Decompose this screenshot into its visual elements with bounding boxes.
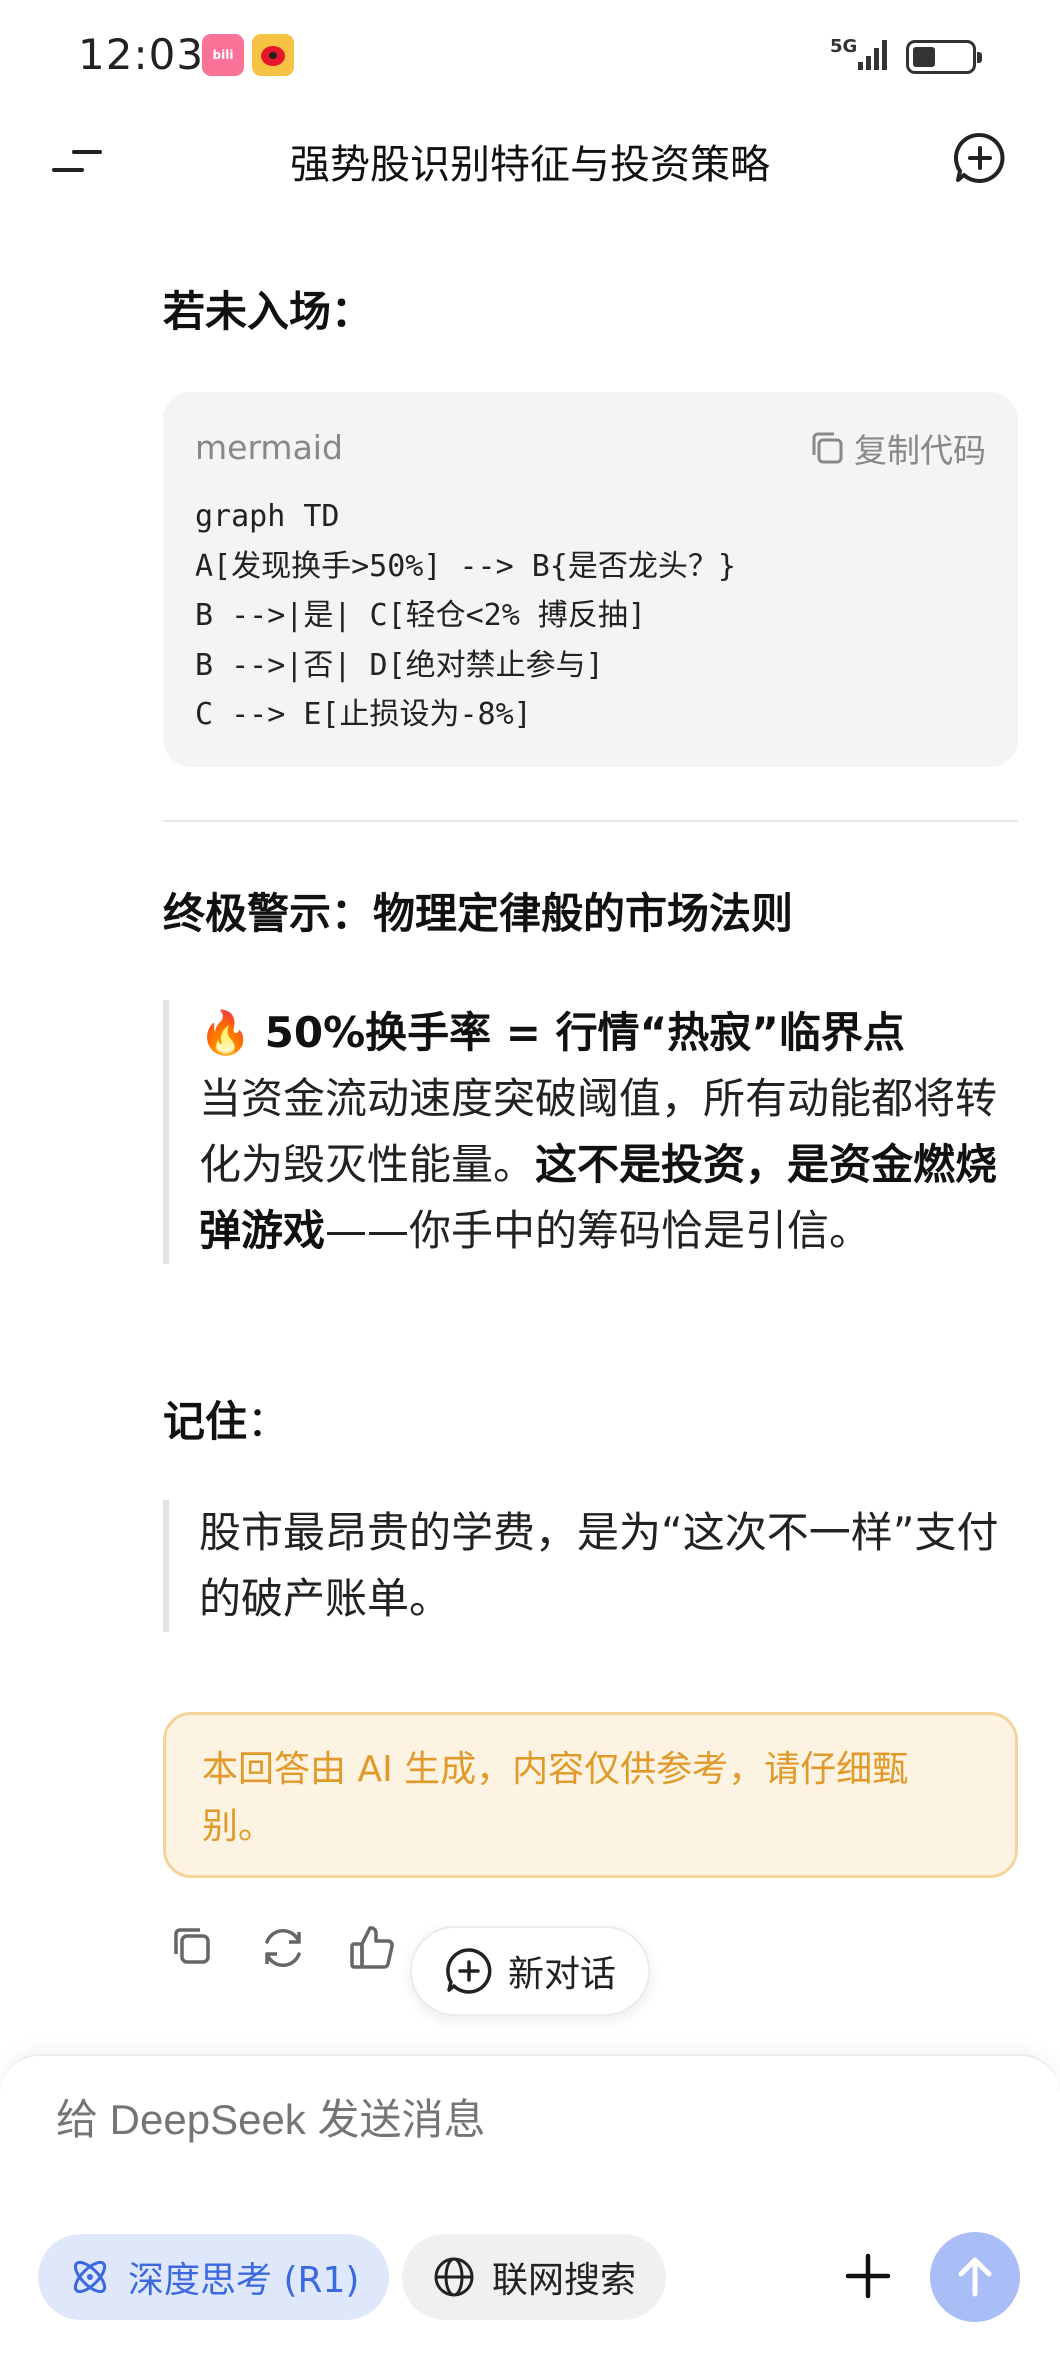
deep-think-toggle[interactable]: 深度思考 (R1) xyxy=(38,2234,390,2320)
code-line: B -->|是| C[轻仓<2% 搏反抽] xyxy=(195,598,646,633)
ai-disclaimer: 本回答由 AI 生成，内容仅供参考，请仔细甄别。 xyxy=(163,1712,1018,1878)
code-line: graph TD xyxy=(195,499,340,534)
copy-code-button[interactable]: 复制代码 xyxy=(808,424,986,472)
warning-headline-text: 50%换手率 = 行情“热寂”临界点 xyxy=(264,1008,905,1057)
regenerate-icon[interactable] xyxy=(255,1920,311,1976)
message-composer: 深度思考 (R1) 联网搜索 xyxy=(0,2054,1060,2376)
web-search-toggle[interactable]: 联网搜索 xyxy=(402,2234,667,2320)
signal-icon xyxy=(858,40,887,70)
copy-code-label: 复制代码 xyxy=(854,431,986,470)
remember-label: 记住 xyxy=(163,1397,248,1446)
code-line: B -->|否| D[绝对禁止参与] xyxy=(195,647,604,683)
copy-icon[interactable] xyxy=(166,1920,222,1976)
section-heading-not-entered: 若未入场： xyxy=(163,287,374,336)
app-header: 强势股识别特征与投资策略 xyxy=(0,110,1060,210)
thumbs-up-icon[interactable] xyxy=(344,1920,400,1976)
globe-icon xyxy=(434,2257,474,2297)
network-type: 5G xyxy=(830,36,858,57)
new-chat-button[interactable]: 新对话 xyxy=(410,1926,650,2016)
remember-colon: ： xyxy=(247,1397,290,1446)
attach-plus-icon[interactable] xyxy=(840,2248,896,2304)
code-line: A[发现换手>50%] --> B{是否龙头？} xyxy=(195,548,736,584)
code-block: mermaid 复制代码 graph TD A[发现换手>50%] --> B{是… xyxy=(163,392,1018,767)
fire-icon: 🔥 xyxy=(199,1008,252,1057)
warning-body: 当资金流动速度突破阈值，所有动能都将转化为毁灭性能量。这不是投资，是资金燃烧弹游… xyxy=(199,1066,1018,1264)
web-search-label: 联网搜索 xyxy=(492,2260,637,2301)
arrow-up-icon xyxy=(958,2257,992,2297)
divider xyxy=(163,820,1018,822)
page-title: 强势股识别特征与投资策略 xyxy=(290,142,770,188)
remember-heading: 记住： xyxy=(163,1388,289,1449)
code-body: graph TD A[发现换手>50%] --> B{是否龙头？} B -->|是|… xyxy=(195,492,736,740)
section-heading-warning: 终极警示：物理定律般的市场法则 xyxy=(163,889,794,938)
warning-text: ——你手中的筹码恰是引信。 xyxy=(325,1206,872,1255)
status-bar: 12:03 bili 5G xyxy=(0,0,1060,110)
bilibili-icon: bili xyxy=(202,34,244,76)
copy-icon xyxy=(812,432,843,464)
new-chat-label: 新对话 xyxy=(507,1954,616,1995)
deep-think-label: 深度思考 (R1) xyxy=(128,2260,360,2301)
warning-headline: 🔥 50%换手率 = 行情“热寂”临界点 xyxy=(199,1000,1018,1066)
message-input[interactable] xyxy=(56,2096,956,2144)
atom-icon xyxy=(73,2260,107,2294)
warning-blockquote: 🔥 50%换手率 = 行情“热寂”临界点 当资金流动速度突破阈值，所有动能都将转… xyxy=(163,1000,1018,1264)
weibo-icon xyxy=(252,34,294,76)
code-language: mermaid xyxy=(195,428,343,467)
send-button[interactable] xyxy=(930,2232,1020,2322)
code-line: C --> E[止损设为-8%] xyxy=(195,697,532,732)
battery-icon xyxy=(906,40,982,74)
new-chat-icon[interactable] xyxy=(952,130,1008,186)
status-time: 12:03 xyxy=(78,30,205,79)
new-chat-icon xyxy=(446,1948,492,1994)
remember-blockquote: 股市最昂贵的学费，是为“这次不一样”支付的破产账单。 xyxy=(163,1500,1018,1632)
